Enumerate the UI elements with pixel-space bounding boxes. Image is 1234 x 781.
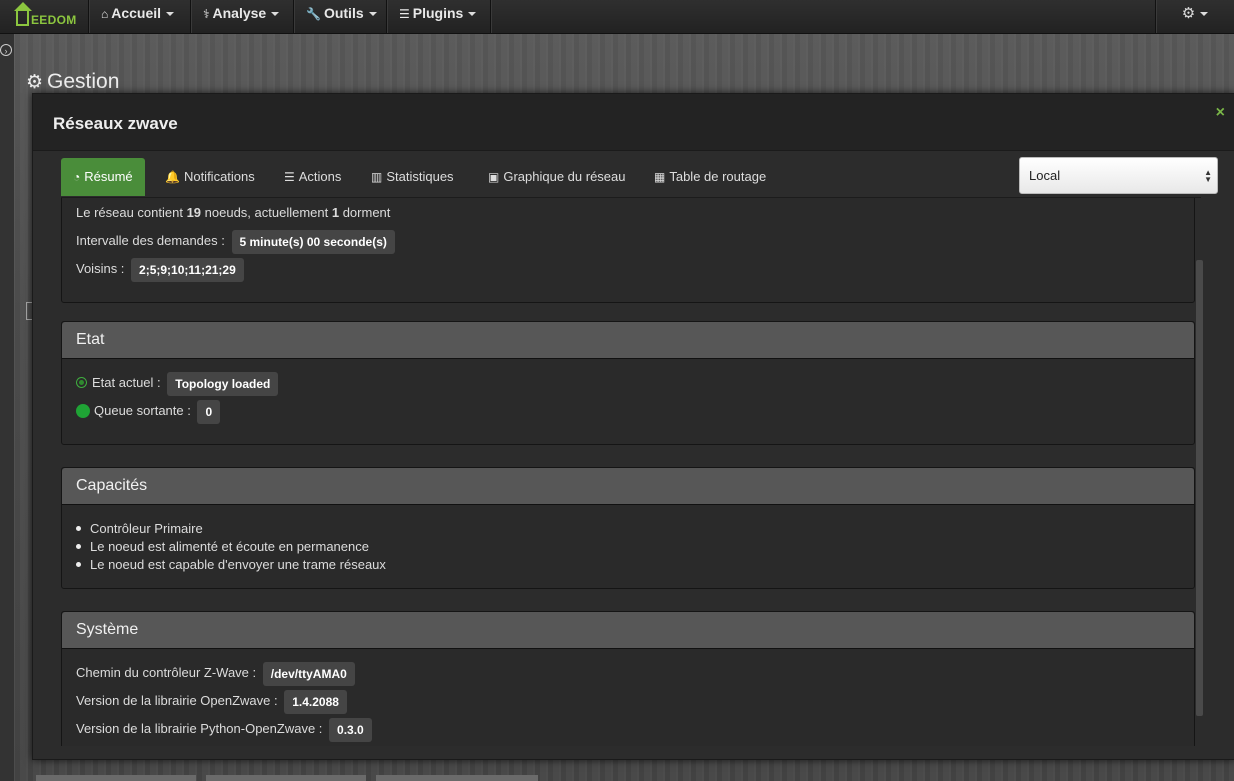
- list-icon: ☰: [399, 7, 410, 21]
- systeme-panel-title: Système: [62, 612, 1194, 649]
- python-openzwave-version-row: Version de la librairie Python-OpenZwave…: [62, 715, 1194, 743]
- caret-down-icon: [468, 12, 477, 17]
- top-navbar: EEDOM ⌂ Accueil ⚕ Analyse 🔧 Outils ☰ Plugins…: [0, 0, 1234, 34]
- nodes-count: 19: [186, 205, 202, 220]
- openzwave-version-row: Version de la librairie OpenZwave : 1.4.…: [62, 687, 1194, 715]
- capacites-panel-title: Capacités: [62, 468, 1194, 505]
- interval-row: Intervalle des demandes : 5 minute(s) 00…: [62, 227, 1194, 255]
- gears-icon: ⚙: [1181, 5, 1196, 22]
- controller-select[interactable]: Local ▲ ▼: [1019, 157, 1218, 194]
- select-arrows-icon: ▲ ▼: [1204, 168, 1212, 184]
- tab-statistiques[interactable]: ▥ Statistiques: [359, 158, 466, 196]
- nav-plugins[interactable]: ☰ Plugins: [387, 0, 488, 33]
- controller-path-row: Chemin du contrôleur Z-Wave : /dev/ttyAM…: [62, 659, 1194, 687]
- modal-header: Réseaux zwave ×: [33, 94, 1234, 151]
- tab-content-resume: Le réseau contient 19 noeuds, actuelleme…: [61, 198, 1201, 746]
- list-item: Le noeud est alimenté et écoute en perma…: [76, 538, 1194, 556]
- capabilities-list: Contrôleur Primaire Le noeud est aliment…: [62, 520, 1194, 574]
- neighbors-row: Voisins : 2;5;9;10;11;21;29: [62, 255, 1194, 283]
- sliders-icon: ☰: [284, 170, 295, 184]
- state-indicator-icon: [76, 377, 87, 389]
- neighbors-value-badge: 2;5;9;10;11;21;29: [131, 257, 244, 282]
- tab-graphique-reseau[interactable]: ▣ Graphique du réseau: [476, 158, 638, 196]
- list-item: Le noeud est capable d'envoyer une trame…: [76, 556, 1194, 574]
- image-icon: ▣: [488, 170, 500, 184]
- openzwave-version-badge: 1.4.2088: [284, 689, 347, 714]
- queue-value-badge: 0: [197, 399, 221, 424]
- bell-icon: 🔔: [165, 170, 180, 184]
- current-state-badge: Topology loaded: [167, 371, 279, 396]
- controller-path-badge: /dev/ttyAMA0: [262, 661, 355, 686]
- summary-panel: Le réseau contient 19 noeuds, actuelleme…: [61, 198, 1195, 303]
- close-icon[interactable]: ×: [1216, 104, 1225, 122]
- nav-outils[interactable]: 🔧 Outils: [294, 0, 389, 33]
- settings-menu[interactable]: ⚙: [1156, 0, 1234, 33]
- stethoscope-icon: ⚕: [203, 7, 210, 21]
- interval-value-badge: 5 minute(s) 00 seconde(s): [231, 229, 395, 254]
- nav-analyse[interactable]: ⚕ Analyse: [191, 0, 291, 33]
- nav-accueil[interactable]: ⌂ Accueil: [89, 0, 186, 33]
- python-openzwave-version-badge: 0.3.0: [329, 717, 372, 742]
- wrench-icon: 🔧: [306, 7, 321, 21]
- jeedom-logo[interactable]: EEDOM: [10, 0, 88, 33]
- list-item: Contrôleur Primaire: [76, 520, 1194, 538]
- capacites-panel: Capacités Contrôleur Primaire Le noeud e…: [61, 467, 1195, 589]
- caret-down-icon: [166, 12, 175, 17]
- sleeping-count: 1: [331, 205, 340, 220]
- outgoing-queue-row: Queue sortante : 0: [62, 397, 1194, 425]
- page-title: ⚙ Gestion: [26, 70, 120, 93]
- zwave-network-modal: Réseaux zwave × ◔ Résumé 🔔 Notifications ☰…: [32, 93, 1234, 760]
- modal-title: Réseaux zwave: [53, 114, 178, 133]
- content-scrollbar[interactable]: [1196, 260, 1203, 716]
- dashboard-icon: ◔: [73, 170, 81, 184]
- tab-notifications[interactable]: 🔔 Notifications: [153, 158, 267, 196]
- caret-down-icon: [1200, 12, 1209, 17]
- table-icon: ▦: [654, 170, 666, 184]
- background-equipment-strip: [36, 775, 538, 781]
- systeme-panel: Système Chemin du contrôleur Z-Wave : /d…: [61, 611, 1195, 746]
- expand-sidebar-icon[interactable]: ›: [0, 44, 12, 56]
- tab-table-routage[interactable]: ▦ Table de routage: [642, 158, 778, 196]
- gear-icon: ⚙: [26, 72, 44, 93]
- etat-panel-title: Etat: [62, 322, 1194, 359]
- queue-status-icon: [76, 403, 90, 418]
- network-nodes-text: Le réseau contient 19 noeuds, actuelleme…: [76, 205, 391, 220]
- caret-down-icon: [271, 12, 280, 17]
- bar-chart-icon: ▥: [371, 170, 383, 184]
- etat-panel: Etat Etat actuel : Topology loaded Queue…: [61, 321, 1195, 445]
- current-state-row: Etat actuel : Topology loaded: [62, 369, 1194, 397]
- caret-down-icon: [368, 12, 377, 17]
- left-sidebar-strip: [0, 34, 14, 781]
- brand-name: EEDOM: [31, 13, 77, 27]
- home-icon: ⌂: [101, 7, 109, 21]
- tab-resume[interactable]: ◔ Résumé: [61, 158, 145, 196]
- tab-actions[interactable]: ☰ Actions: [272, 158, 353, 196]
